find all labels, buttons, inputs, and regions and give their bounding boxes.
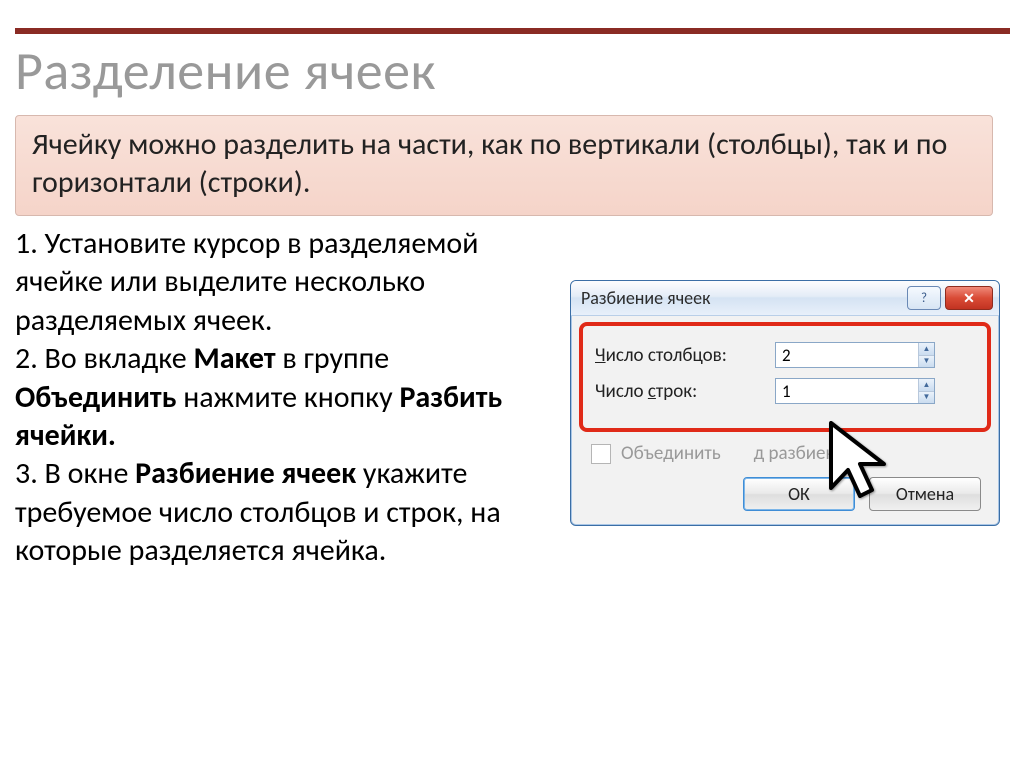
step-2-b: Макет <box>193 340 275 377</box>
columns-down-icon[interactable]: ▼ <box>919 356 934 368</box>
split-cells-dialog: Разбиение ячеек ? ✕ Число столбцов: ▲ ▼ <box>570 280 1000 526</box>
columns-label: Число столбцов: <box>595 344 775 367</box>
columns-up-icon[interactable]: ▲ <box>919 343 934 356</box>
step-2-c: в группе <box>276 340 390 377</box>
dialog-buttons: ОК Отмена <box>585 477 985 511</box>
help-icon: ? <box>921 291 927 306</box>
merge-label-a: Объединить <box>621 442 721 465</box>
columns-row: Число столбцов: ▲ ▼ <box>595 342 975 368</box>
rows-label: Число строк: <box>595 380 775 403</box>
merge-label-b: д разбиением <box>754 442 868 465</box>
help-button[interactable]: ? <box>907 286 941 310</box>
rows-row: Число строк: ▲ ▼ <box>595 378 975 404</box>
dialog-title: Разбиение ячеек <box>581 287 903 309</box>
highlight-frame: Число столбцов: ▲ ▼ Число строк: <box>579 322 991 432</box>
step-2-d: Объединить <box>15 379 176 416</box>
step-2-a: 2. Во вкладке <box>15 340 193 377</box>
step-2-e: нажмите кнопку <box>176 379 399 416</box>
slide-title: Разделение ячеек <box>15 38 436 104</box>
rows-input[interactable] <box>776 379 918 403</box>
step-3-a: 3. В окне <box>15 455 135 492</box>
merge-checkbox[interactable] <box>591 444 611 464</box>
close-icon: ✕ <box>963 290 975 307</box>
step-1: 1. Установите курсор в разделяемой ячейк… <box>15 225 478 339</box>
rows-spinner[interactable]: ▲ ▼ <box>775 378 935 404</box>
columns-spinner[interactable]: ▲ ▼ <box>775 342 935 368</box>
highlight-box: Ячейку можно разделить на части, как по … <box>15 115 993 216</box>
step-3-b: Разбиение ячеек <box>135 455 356 492</box>
close-button[interactable]: ✕ <box>945 286 993 310</box>
dialog-titlebar[interactable]: Разбиение ячеек ? ✕ <box>571 281 999 316</box>
cancel-button[interactable]: Отмена <box>869 477 981 511</box>
rows-up-icon[interactable]: ▲ <box>919 379 934 392</box>
accent-bar <box>15 28 1010 34</box>
merge-before-split-row: Объединить xxxx д разбиением <box>591 442 985 465</box>
columns-input[interactable] <box>776 343 918 367</box>
instruction-text: 1. Установите курсор в разделяемой ячейк… <box>15 225 535 571</box>
rows-down-icon[interactable]: ▼ <box>919 392 934 404</box>
ok-button[interactable]: ОК <box>743 477 855 511</box>
